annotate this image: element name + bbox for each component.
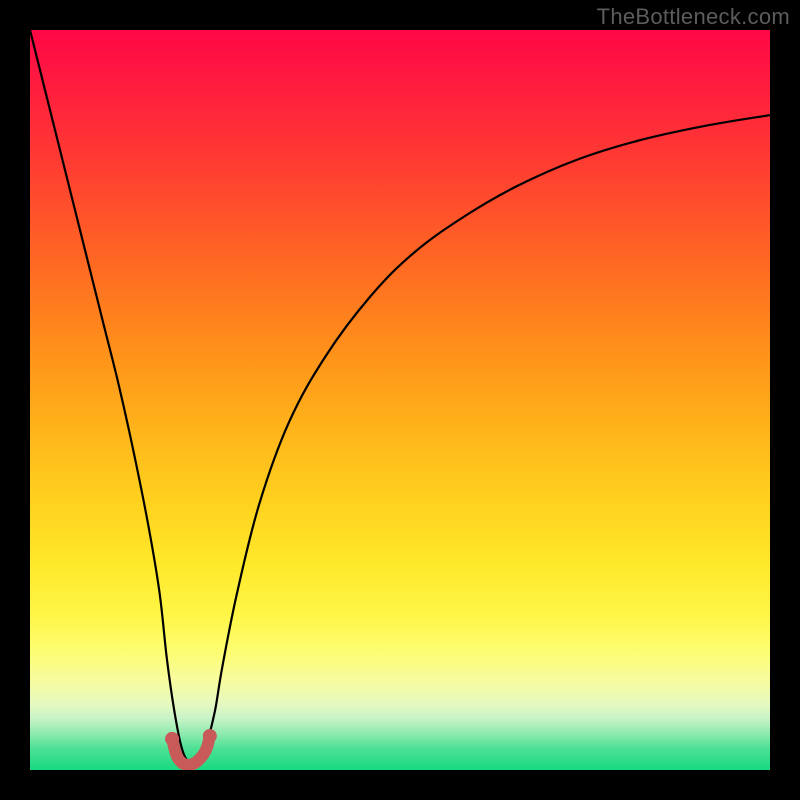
chart-svg <box>30 30 770 770</box>
plot-area <box>30 30 770 770</box>
curve-path <box>30 30 770 764</box>
trough-marker-dot <box>203 729 217 743</box>
watermark-text: TheBottleneck.com <box>597 4 790 30</box>
trough-marker-dot <box>165 732 179 746</box>
chart-frame: TheBottleneck.com <box>0 0 800 800</box>
